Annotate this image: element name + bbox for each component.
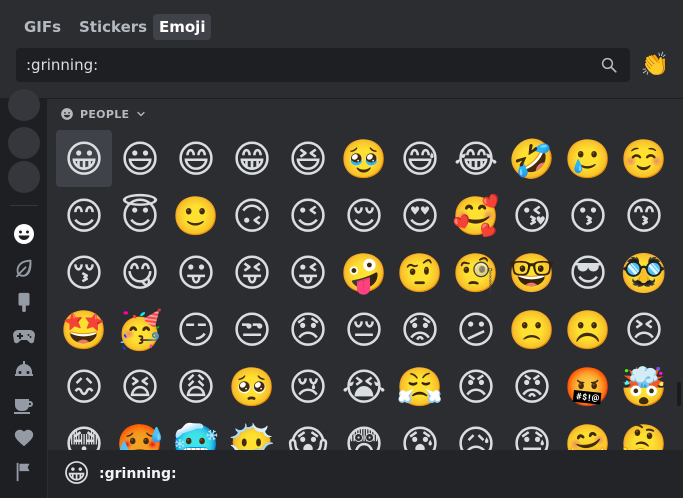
emoji-button[interactable]: 🧐 — [448, 244, 504, 301]
emoji-preview-bar: 😀 :grinning: — [48, 450, 683, 498]
search-row: 👏 — [0, 44, 683, 98]
emoji-button[interactable]: 🤪 — [336, 244, 392, 301]
emoji-button[interactable]: 😅 — [392, 130, 448, 187]
emoji-button[interactable]: 😏 — [168, 301, 224, 358]
emoji-button[interactable]: 😥 — [448, 415, 504, 451]
emoji-button[interactable]: 😀 — [56, 130, 112, 187]
people-icon[interactable] — [11, 221, 37, 247]
emoji-button[interactable]: 😣 — [616, 301, 672, 358]
emoji-button[interactable]: 🥰 — [448, 187, 504, 244]
server-emoji-icon[interactable] — [8, 89, 40, 121]
emoji-button[interactable]: 😍 — [392, 187, 448, 244]
emoji-button[interactable]: 🤨 — [392, 244, 448, 301]
sidebar-divider — [10, 205, 38, 206]
emoji-button[interactable]: 😫 — [112, 358, 168, 415]
emoji-button[interactable]: 😙 — [616, 187, 672, 244]
emoji-button[interactable]: 😘 — [504, 187, 560, 244]
emoji-button[interactable]: 😇 — [112, 187, 168, 244]
objects-icon[interactable] — [11, 391, 37, 417]
emoji-button[interactable]: 🥳 — [112, 301, 168, 358]
emoji-button[interactable]: 😚 — [56, 244, 112, 301]
section-title: PEOPLE — [80, 107, 130, 121]
flags-icon[interactable] — [11, 459, 37, 485]
emoji-button[interactable]: 😰 — [392, 415, 448, 451]
emoji-button[interactable]: 😡 — [504, 358, 560, 415]
emoji-button[interactable]: 😖 — [56, 358, 112, 415]
emoji-button[interactable]: 😛 — [168, 244, 224, 301]
emoji-button[interactable]: 😱 — [280, 415, 336, 451]
emoji-button[interactable]: 🤯 — [616, 358, 672, 415]
emoji-button[interactable]: 😔 — [336, 301, 392, 358]
emoji-button[interactable]: 😋 — [112, 244, 168, 301]
emoji-button[interactable]: 😎 — [560, 244, 616, 301]
emoji-button[interactable]: 😂 — [448, 130, 504, 187]
chevron-down-icon — [137, 111, 145, 117]
emoji-category-sidebar — [0, 89, 47, 498]
emoji-button[interactable]: 😩 — [168, 358, 224, 415]
emoji-button[interactable]: 🥵 — [112, 415, 168, 451]
emoji-button[interactable]: 🤔 — [616, 415, 672, 451]
emoji-button[interactable]: 😄 — [168, 130, 224, 187]
emoji-button[interactable]: 🤣 — [504, 130, 560, 187]
emoji-button[interactable]: 🥲 — [560, 130, 616, 187]
symbols-icon[interactable] — [11, 425, 37, 451]
preview-emoji-name: :grinning: — [99, 466, 177, 482]
emoji-button[interactable]: 😃 — [112, 130, 168, 187]
search-box — [16, 48, 630, 82]
emoji-button[interactable]: 🙃 — [224, 187, 280, 244]
search-input[interactable] — [26, 48, 586, 82]
emoji-button[interactable]: 😁 — [224, 130, 280, 187]
emoji-button[interactable]: 😭 — [336, 358, 392, 415]
emoji-grid: 😀 😃 😄 😁 😆 🥹 😅 😂 🤣 🥲 ☺️ 😊 😇 🙂 🙃 😉 😌 😍 🥰 😘 😗 😙 😚 😋 😛 😝 😜 🤪 🤨 🧐 🤓 😎 🥸 🤩 🥳 😏 😒 😞 😔… — [56, 130, 672, 450]
emoji-button[interactable]: ☹️ — [560, 301, 616, 358]
emoji-button[interactable]: 😜 — [280, 244, 336, 301]
emoji-button[interactable]: 😨 — [336, 415, 392, 451]
emoji-button[interactable]: 😉 — [280, 187, 336, 244]
section-header-people[interactable]: PEOPLE — [60, 104, 147, 124]
tab-gifs[interactable]: GIFs — [18, 14, 67, 40]
emoji-button[interactable]: 🤓 — [504, 244, 560, 301]
emoji-button[interactable]: 😕 — [448, 301, 504, 358]
nature-icon[interactable] — [11, 255, 37, 281]
food-icon[interactable] — [11, 289, 37, 315]
people-icon — [61, 108, 73, 120]
emoji-button[interactable]: 😊 — [56, 187, 112, 244]
emoji-button[interactable]: 🤩 — [56, 301, 112, 358]
emoji-button[interactable]: 😗 — [560, 187, 616, 244]
emoji-button[interactable]: 😞 — [280, 301, 336, 358]
emoji-button[interactable]: 🥺 — [224, 358, 280, 415]
server-emoji-icon[interactable] — [8, 127, 40, 159]
emoji-button[interactable]: 😳 — [56, 415, 112, 451]
tab-stickers[interactable]: Stickers — [73, 14, 153, 40]
header-divider — [0, 98, 683, 99]
emoji-button[interactable]: 😟 — [392, 301, 448, 358]
emoji-button[interactable]: 🤗 — [560, 415, 616, 451]
emoji-button[interactable]: 🥶 — [168, 415, 224, 451]
emoji-button[interactable]: 😶‍🌫️ — [224, 415, 280, 451]
emoji-button[interactable]: 😌 — [336, 187, 392, 244]
emoji-button[interactable]: 🥹 — [336, 130, 392, 187]
travel-icon[interactable] — [11, 357, 37, 383]
server-emoji-icon[interactable] — [8, 161, 40, 193]
emoji-button[interactable]: 🙂 — [168, 187, 224, 244]
emoji-button[interactable]: 🤬 — [560, 358, 616, 415]
emoji-button[interactable]: 😤 — [392, 358, 448, 415]
picker-tabs: GIFs Stickers Emoji — [0, 0, 683, 44]
preview-emoji: 😀 — [63, 459, 91, 489]
emoji-button[interactable]: 🥸 — [616, 244, 672, 301]
emoji-button[interactable]: ☺️ — [616, 130, 672, 187]
scrollbar-thumb[interactable] — [677, 382, 681, 406]
emoji-button[interactable]: 🙁 — [504, 301, 560, 358]
activity-icon[interactable] — [11, 323, 37, 349]
emoji-button[interactable]: 😓 — [504, 415, 560, 451]
emoji-button[interactable]: 😆 — [280, 130, 336, 187]
tab-emoji[interactable]: Emoji — [153, 14, 212, 40]
emoji-button[interactable]: 😢 — [280, 358, 336, 415]
skin-tone-button[interactable]: 👏 — [640, 50, 670, 80]
search-icon[interactable] — [600, 56, 618, 74]
emoji-grid-scroll[interactable]: 😀 😃 😄 😁 😆 🥹 😅 😂 🤣 🥲 ☺️ 😊 😇 🙂 🙃 😉 😌 😍 🥰 😘 😗 😙 😚 😋 😛 😝 😜 🤪 🤨 🧐 🤓 😎 🥸 🤩 🥳 😏 😒 😞 😔… — [48, 126, 675, 450]
emoji-button[interactable]: 😒 — [224, 301, 280, 358]
emoji-button[interactable]: 😠 — [448, 358, 504, 415]
emoji-button[interactable]: 😝 — [224, 244, 280, 301]
